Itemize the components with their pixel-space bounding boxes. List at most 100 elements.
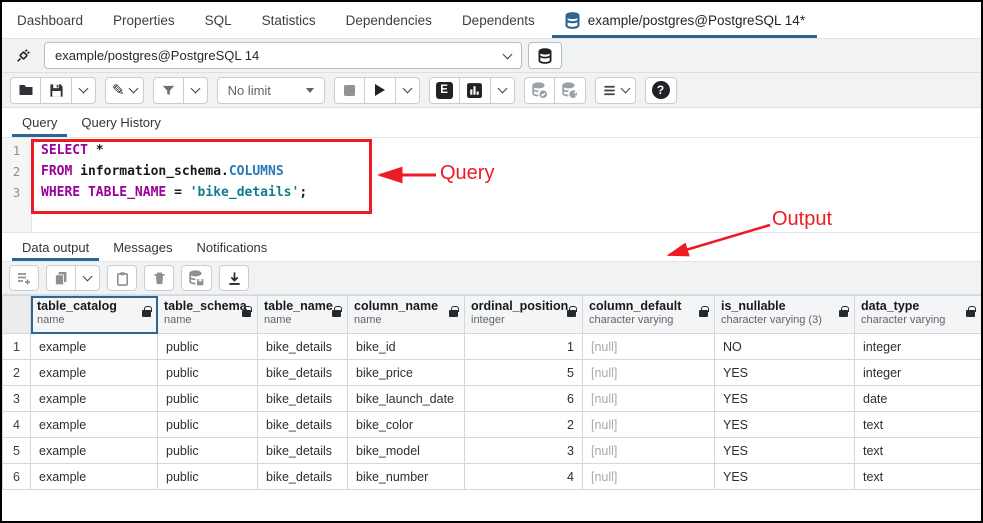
cell-is-nullable[interactable]: NO bbox=[715, 334, 855, 360]
cell-table-name[interactable]: bike_details bbox=[258, 438, 348, 464]
cell-column-name[interactable]: bike_model bbox=[348, 438, 465, 464]
cell-ordinal-position[interactable]: 3 bbox=[465, 438, 583, 464]
column-header-table-schema[interactable]: table_schemaname bbox=[158, 296, 258, 334]
connection-select[interactable]: example/postgres@PostgreSQL 14 bbox=[44, 42, 522, 69]
cell-table-schema[interactable]: public bbox=[158, 464, 258, 490]
cell-table-name[interactable]: bike_details bbox=[258, 464, 348, 490]
cell-column-default[interactable]: [null] bbox=[583, 464, 715, 490]
cell-column-name[interactable]: bike_launch_date bbox=[348, 386, 465, 412]
cell-data-type[interactable]: integer bbox=[855, 334, 982, 360]
tab-query[interactable]: Query bbox=[10, 108, 69, 137]
row-number[interactable]: 1 bbox=[3, 334, 31, 360]
tab-query-tool-active[interactable]: example/postgres@PostgreSQL 14* bbox=[550, 2, 819, 38]
cell-column-name[interactable]: bike_number bbox=[348, 464, 465, 490]
column-header-is-nullable[interactable]: is_nullablecharacter varying (3) bbox=[715, 296, 855, 334]
cell-ordinal-position[interactable]: 5 bbox=[465, 360, 583, 386]
cell-table-name[interactable]: bike_details bbox=[258, 412, 348, 438]
sql-line[interactable]: WHERE TABLE_NAME = 'bike_details'; bbox=[41, 185, 307, 206]
cell-table-name[interactable]: bike_details bbox=[258, 386, 348, 412]
tab-dashboard[interactable]: Dashboard bbox=[2, 2, 98, 38]
cell-table-schema[interactable]: public bbox=[158, 334, 258, 360]
column-header-column-default[interactable]: column_defaultcharacter varying bbox=[583, 296, 715, 334]
cell-column-default[interactable]: [null] bbox=[583, 412, 715, 438]
cell-table-name[interactable]: bike_details bbox=[258, 334, 348, 360]
sql-line[interactable]: FROM information_schema.COLUMNS bbox=[41, 164, 307, 185]
cell-is-nullable[interactable]: YES bbox=[715, 438, 855, 464]
cell-ordinal-position[interactable]: 1 bbox=[465, 334, 583, 360]
tab-sql[interactable]: SQL bbox=[190, 2, 247, 38]
commit-button[interactable] bbox=[524, 77, 555, 104]
sql-line[interactable]: SELECT * bbox=[41, 143, 307, 164]
new-connection-button[interactable] bbox=[528, 42, 562, 69]
explain-analyze-button[interactable] bbox=[460, 77, 491, 104]
column-header-data-type[interactable]: data_typecharacter varying bbox=[855, 296, 982, 334]
open-file-button[interactable] bbox=[10, 77, 41, 104]
cell-is-nullable[interactable]: YES bbox=[715, 464, 855, 490]
connection-status-button[interactable] bbox=[8, 43, 38, 69]
cell-column-name[interactable]: bike_color bbox=[348, 412, 465, 438]
cell-data-type[interactable]: integer bbox=[855, 360, 982, 386]
column-header-ordinal-position[interactable]: ordinal_positioninteger bbox=[465, 296, 583, 334]
cell-data-type[interactable]: text bbox=[855, 412, 982, 438]
cell-table-catalog[interactable]: example bbox=[31, 438, 158, 464]
cell-column-default[interactable]: [null] bbox=[583, 386, 715, 412]
row-number[interactable]: 5 bbox=[3, 438, 31, 464]
column-header-table-name[interactable]: table_namename bbox=[258, 296, 348, 334]
explain-button[interactable]: E bbox=[429, 77, 460, 104]
column-header-column-name[interactable]: column_namename bbox=[348, 296, 465, 334]
cell-table-catalog[interactable]: example bbox=[31, 334, 158, 360]
row-number[interactable]: 6 bbox=[3, 464, 31, 490]
cell-table-schema[interactable]: public bbox=[158, 386, 258, 412]
tab-notifications[interactable]: Notifications bbox=[184, 233, 279, 261]
add-row-button[interactable] bbox=[9, 265, 39, 291]
delete-row-button[interactable] bbox=[144, 265, 174, 291]
column-header-table-catalog[interactable]: table_catalogname bbox=[31, 296, 158, 334]
sql-editor[interactable]: 123 SELECT *FROM information_schema.COLU… bbox=[2, 138, 981, 232]
download-button[interactable] bbox=[219, 265, 249, 291]
execute-options-button[interactable] bbox=[396, 77, 420, 104]
macros-button[interactable] bbox=[595, 77, 636, 104]
cell-column-name[interactable]: bike_id bbox=[348, 334, 465, 360]
cell-table-catalog[interactable]: example bbox=[31, 464, 158, 490]
cell-table-schema[interactable]: public bbox=[158, 438, 258, 464]
cell-ordinal-position[interactable]: 4 bbox=[465, 464, 583, 490]
cell-table-catalog[interactable]: example bbox=[31, 360, 158, 386]
cell-table-catalog[interactable]: example bbox=[31, 386, 158, 412]
row-number[interactable]: 4 bbox=[3, 412, 31, 438]
tab-messages[interactable]: Messages bbox=[101, 233, 184, 261]
rollback-button[interactable] bbox=[555, 77, 586, 104]
cell-table-name[interactable]: bike_details bbox=[258, 360, 348, 386]
help-button[interactable]: ? bbox=[645, 77, 677, 104]
cell-data-type[interactable]: text bbox=[855, 464, 982, 490]
sql-code-area[interactable]: SELECT *FROM information_schema.COLUMNSW… bbox=[32, 138, 307, 232]
explain-options-button[interactable] bbox=[491, 77, 515, 104]
tab-data-output[interactable]: Data output bbox=[10, 233, 101, 261]
stop-button[interactable] bbox=[334, 77, 365, 104]
cell-data-type[interactable]: date bbox=[855, 386, 982, 412]
paste-button[interactable] bbox=[107, 265, 137, 291]
copy-button[interactable] bbox=[46, 265, 76, 291]
edit-button[interactable]: ✎ bbox=[105, 77, 144, 104]
save-data-button[interactable] bbox=[181, 265, 212, 291]
cell-is-nullable[interactable]: YES bbox=[715, 386, 855, 412]
save-options-button[interactable] bbox=[72, 77, 96, 104]
execute-button[interactable] bbox=[365, 77, 396, 104]
tab-query-history[interactable]: Query History bbox=[69, 108, 172, 137]
cell-table-schema[interactable]: public bbox=[158, 412, 258, 438]
tab-dependents[interactable]: Dependents bbox=[447, 2, 550, 38]
select-all-corner[interactable] bbox=[3, 296, 31, 334]
cell-column-default[interactable]: [null] bbox=[583, 438, 715, 464]
cell-column-default[interactable]: [null] bbox=[583, 360, 715, 386]
cell-column-name[interactable]: bike_price bbox=[348, 360, 465, 386]
filter-options-button[interactable] bbox=[184, 77, 208, 104]
row-number[interactable]: 3 bbox=[3, 386, 31, 412]
copy-options-button[interactable] bbox=[76, 265, 100, 291]
row-limit-select[interactable]: No limit bbox=[217, 77, 325, 104]
cell-is-nullable[interactable]: YES bbox=[715, 412, 855, 438]
filter-button[interactable] bbox=[153, 77, 184, 104]
tab-dependencies[interactable]: Dependencies bbox=[331, 2, 447, 38]
row-number[interactable]: 2 bbox=[3, 360, 31, 386]
save-file-button[interactable] bbox=[41, 77, 72, 104]
cell-table-catalog[interactable]: example bbox=[31, 412, 158, 438]
cell-ordinal-position[interactable]: 6 bbox=[465, 386, 583, 412]
